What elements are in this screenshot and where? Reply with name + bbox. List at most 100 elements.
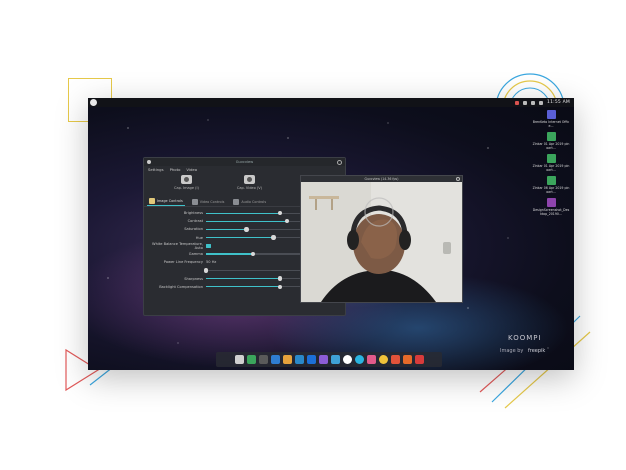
desktop-icon[interactable]: BrenKeto Internet Office... bbox=[532, 110, 570, 128]
control-label: Saturation bbox=[184, 227, 203, 232]
control-label: Hue bbox=[195, 235, 203, 240]
desktop-screen: 11:55 AM BrenKeto Internet Office... Zin… bbox=[88, 98, 574, 370]
slider-handle[interactable] bbox=[278, 210, 283, 216]
slider-handle[interactable] bbox=[278, 276, 283, 281]
control-label: White Balance Temperature, Auto bbox=[152, 241, 203, 250]
dock-app-icon[interactable] bbox=[246, 355, 256, 364]
clock[interactable]: 11:55 AM bbox=[547, 100, 570, 105]
credit-text: Image by bbox=[500, 348, 524, 354]
dock-app-icon[interactable] bbox=[390, 355, 400, 364]
slider-handle[interactable] bbox=[244, 227, 249, 232]
slider-handle[interactable] bbox=[203, 268, 209, 273]
capture-image-label: Cap. Image (I) bbox=[174, 186, 199, 190]
control-value[interactable]: 50 Hz bbox=[206, 260, 216, 264]
slider-fill bbox=[206, 253, 254, 255]
desktop-icon-label: Zinkar 01 Apr 2019 pinoart... bbox=[532, 142, 570, 150]
dock-app-icon[interactable] bbox=[318, 355, 328, 364]
tab-label: Audio Controls bbox=[241, 199, 267, 204]
control-label: Power Line Frequency bbox=[163, 260, 203, 265]
desktop-icons: BrenKeto Internet Office... Zinkar 01 Ap… bbox=[532, 110, 570, 216]
menu-bar: Settings Photo Video bbox=[144, 166, 345, 173]
capture-video-button[interactable]: Cap. Video (V) bbox=[237, 175, 262, 195]
freepik-text: freepik bbox=[527, 348, 546, 354]
audio-icon bbox=[233, 198, 240, 205]
auto-checkbox[interactable] bbox=[206, 243, 211, 249]
slider-fill bbox=[206, 228, 247, 231]
desktop-icon-label: Zinkar 06 Apr 2019 pinoart... bbox=[532, 186, 570, 194]
guvcview-video-window: Guvcview (14.36 fps) bbox=[300, 175, 463, 303]
desktop-icon[interactable]: Zinkar 06 Apr 2019 pinoart... bbox=[532, 176, 570, 194]
menu-photo[interactable]: Photo bbox=[170, 167, 181, 172]
presentation-frame: 11:55 AM BrenKeto Internet Office... Zin… bbox=[0, 0, 626, 470]
dock-app-icon[interactable] bbox=[366, 355, 376, 364]
close-icon[interactable] bbox=[337, 159, 342, 165]
koompi-logo: KOOMPI bbox=[508, 334, 542, 342]
dock-app-icon[interactable] bbox=[378, 355, 388, 364]
top-panel: 11:55 AM bbox=[88, 98, 574, 107]
window-title: Guvcview bbox=[235, 160, 254, 164]
image-icon bbox=[149, 198, 155, 204]
control-label: Gamma bbox=[188, 252, 203, 257]
dock-app-icon[interactable] bbox=[354, 355, 364, 364]
capture-image-button[interactable]: Cap. Image (I) bbox=[174, 175, 199, 195]
file-icon bbox=[546, 198, 556, 207]
video-icon bbox=[191, 198, 198, 205]
file-icon bbox=[546, 154, 556, 163]
application-dock bbox=[216, 352, 442, 367]
tab-label: Video Controls bbox=[199, 199, 225, 204]
video-window-title: Guvcview (14.36 fps) bbox=[364, 177, 399, 181]
desktop-icon[interactable]: Zinkar 01 Apr 2019 pinoart... bbox=[532, 132, 570, 150]
tray-network-icon[interactable] bbox=[523, 100, 528, 105]
dock-app-icon[interactable] bbox=[294, 355, 304, 364]
tab-image-controls[interactable]: Image Controls bbox=[147, 197, 185, 206]
close-icon[interactable] bbox=[456, 177, 460, 181]
file-icon bbox=[546, 176, 556, 185]
tab-audio-controls[interactable]: Audio Controls bbox=[231, 198, 268, 206]
dock-app-icon[interactable] bbox=[234, 355, 244, 364]
desktop-icon[interactable]: Zinkar 01 Apr 2019 pinoart... bbox=[532, 154, 570, 172]
menu-video[interactable]: Video bbox=[186, 167, 197, 172]
tab-label: Image Controls bbox=[157, 199, 183, 203]
credit-watermark: Image by freepik bbox=[500, 348, 545, 354]
camera-icon bbox=[180, 175, 192, 184]
window-titlebar[interactable]: Guvcview bbox=[144, 158, 345, 166]
slider-fill bbox=[206, 220, 287, 222]
dock-app-icon[interactable] bbox=[402, 355, 412, 364]
tray-record-icon[interactable] bbox=[515, 100, 520, 105]
desktop-icon-label: Zinkar 01 Apr 2019 pinoart... bbox=[532, 164, 570, 172]
video-camera-icon bbox=[243, 175, 255, 184]
brand-text: KOOMPI bbox=[508, 334, 542, 342]
dock-app-icon[interactable] bbox=[270, 355, 280, 364]
slider-handle[interactable] bbox=[284, 219, 290, 224]
capture-video-label: Cap. Video (V) bbox=[236, 186, 262, 190]
slider-fill bbox=[206, 278, 281, 280]
app-launcher-icon[interactable] bbox=[90, 99, 97, 106]
slider-handle[interactable] bbox=[278, 284, 283, 289]
file-icon bbox=[546, 132, 556, 141]
slider-handle[interactable] bbox=[271, 235, 276, 240]
file-icon bbox=[546, 110, 556, 119]
menu-settings[interactable]: Settings bbox=[148, 167, 164, 172]
tray-volume-icon[interactable] bbox=[531, 100, 536, 105]
tab-video-controls[interactable]: Video Controls bbox=[190, 198, 227, 206]
desktop-icon-label: BrenKeto Internet Office... bbox=[532, 120, 570, 128]
webcam-frame bbox=[301, 182, 462, 302]
control-label: Contrast bbox=[187, 219, 203, 224]
slider-handle[interactable] bbox=[251, 251, 256, 257]
dock-app-icon[interactable] bbox=[342, 355, 352, 364]
app-icon bbox=[147, 160, 151, 164]
control-label: Backlight Compensation bbox=[159, 284, 203, 289]
slider-fill bbox=[206, 237, 274, 239]
control-label: Brightness bbox=[183, 211, 203, 216]
desktop-icon-label: DesignScreenshot_Desktop_20190... bbox=[532, 208, 570, 216]
tray-battery-icon[interactable] bbox=[539, 100, 544, 105]
dock-app-icon[interactable] bbox=[258, 355, 268, 364]
control-label: Sharpness bbox=[184, 276, 203, 281]
slider-fill bbox=[206, 286, 281, 288]
dock-app-icon[interactable] bbox=[282, 355, 292, 364]
desktop-icon[interactable]: DesignScreenshot_Desktop_20190... bbox=[532, 198, 570, 216]
dock-app-icon[interactable] bbox=[306, 355, 316, 364]
dock-app-icon[interactable] bbox=[330, 355, 340, 364]
video-preview bbox=[301, 182, 462, 302]
dock-app-icon[interactable] bbox=[414, 355, 424, 364]
